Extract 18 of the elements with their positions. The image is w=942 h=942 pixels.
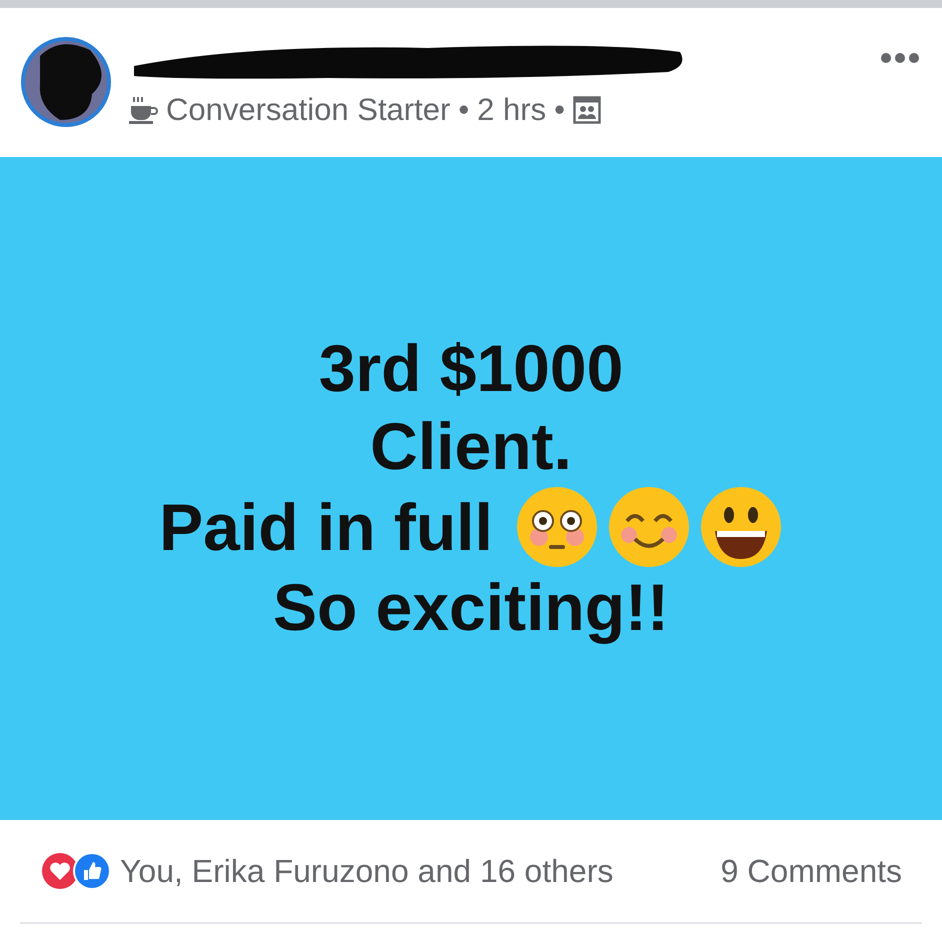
post-text-line: So exciting!! xyxy=(272,569,670,646)
grinning-emoji-icon xyxy=(698,485,783,570)
separator-dot: • xyxy=(458,94,470,125)
separator-dot: • xyxy=(554,94,565,125)
smiling-emoji-icon xyxy=(606,485,691,570)
badge-label[interactable]: Conversation Starter xyxy=(166,94,450,125)
more-options-icon[interactable] xyxy=(880,52,920,64)
flushed-emoji-icon xyxy=(514,485,599,570)
post-text-line: Paid in full xyxy=(159,488,493,566)
post-text-line: Client. xyxy=(370,408,572,485)
avatar[interactable] xyxy=(20,36,112,128)
coffee-cup-icon xyxy=(128,94,158,124)
reactions-summary[interactable]: You, Erika Furuzono and 16 others xyxy=(120,847,614,895)
post-time[interactable]: 2 hrs xyxy=(477,94,546,125)
group-icon xyxy=(572,96,601,124)
post-text-line: 3rd $1000 xyxy=(318,330,624,407)
reactions-icon[interactable] xyxy=(40,851,112,891)
comments-count[interactable]: 9 Comments xyxy=(720,847,902,895)
